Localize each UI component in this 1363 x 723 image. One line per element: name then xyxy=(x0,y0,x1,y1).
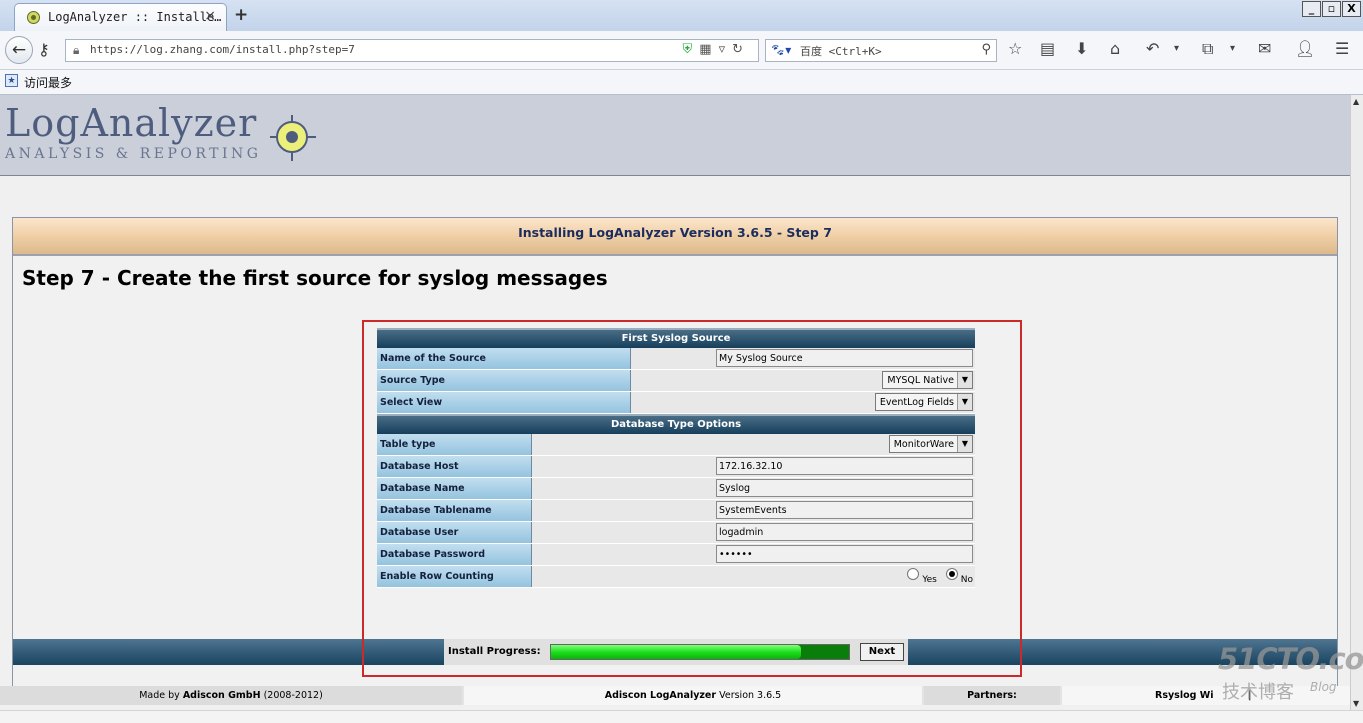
search-engine-name: 百度 xyxy=(800,45,822,58)
crop-icon[interactable]: ⧉ xyxy=(1202,39,1213,59)
footer-partners: Rsyslog | Wi xyxy=(1062,686,1350,705)
minimize-button[interactable]: _ xyxy=(1302,1,1321,17)
scroll-down-icon[interactable]: ▼ xyxy=(1353,699,1359,708)
menu-icon[interactable]: ☰ xyxy=(1335,39,1349,58)
search-bar[interactable]: 🐾︎▾ 百度 <Ctrl+K> ⚲ xyxy=(765,39,997,62)
crosshair-logo-icon xyxy=(276,121,308,153)
address-bar[interactable]: 🔒︎ https://log.zhang.com/install.php?ste… xyxy=(65,39,759,62)
logo-subtitle: ANALYSIS & REPORTING xyxy=(5,146,262,162)
crop-dropdown-icon[interactable]: ▾ xyxy=(1230,43,1235,54)
bookmark-folder-icon: ★ xyxy=(5,74,18,87)
watermark: 51CTO.com 技术博客 Blog xyxy=(1218,642,1363,703)
shield-icon[interactable]: ⛨ xyxy=(683,42,700,57)
qr-code-icon[interactable]: ▦ xyxy=(699,42,718,57)
close-window-button[interactable]: X xyxy=(1342,1,1361,17)
browser-tab[interactable]: LogAnalyzer :: Installe… × xyxy=(14,3,227,32)
bookmark-star-icon[interactable]: ☆ xyxy=(1008,39,1022,58)
watermark-line3: Blog xyxy=(1310,680,1337,694)
home-icon[interactable]: ⌂ xyxy=(1110,39,1120,58)
footer-company-link[interactable]: Adiscon GmbH xyxy=(183,690,261,701)
page-header: LogAnalyzer ANALYSIS & REPORTING xyxy=(0,95,1350,176)
search-icon[interactable]: ⚲ xyxy=(981,42,991,57)
restore-button[interactable]: ▫ xyxy=(1322,1,1341,17)
footer-partners-label: Partners: xyxy=(924,686,1060,705)
tab-close-icon[interactable]: × xyxy=(204,8,216,24)
watermark-line2: 技术博客 xyxy=(1222,682,1294,703)
page-viewport: LogAnalyzer ANALYSIS & REPORTING Install… xyxy=(0,95,1350,710)
horizontal-scrollbar[interactable] xyxy=(0,710,1363,723)
undo-dropdown-icon[interactable]: ▾ xyxy=(1174,43,1179,54)
install-banner-text: Installing LogAnalyzer Version 3.6.5 - S… xyxy=(518,225,832,240)
scroll-up-icon[interactable]: ▲ xyxy=(1353,97,1359,106)
tab-strip: LogAnalyzer :: Installe… × + _ ▫ X xyxy=(0,0,1363,32)
bookmarks-toolbar: ★ 访问最多 xyxy=(0,70,1363,95)
navigation-toolbar: ← ⚷ 🔒︎ https://log.zhang.com/install.php… xyxy=(0,31,1363,70)
highlight-annotation-box xyxy=(362,320,1022,677)
watermark-line1: 51CTO.com xyxy=(1218,642,1363,676)
install-banner: Installing LogAnalyzer Version 3.6.5 - S… xyxy=(13,218,1337,256)
bookmark-most-visited[interactable]: 访问最多 xyxy=(24,74,72,91)
undo-icon[interactable]: ↶ xyxy=(1146,39,1159,58)
window-controls: _ ▫ X xyxy=(1302,1,1361,17)
search-engine-paw-icon[interactable]: 🐾︎▾ xyxy=(770,43,791,57)
step-title: Step 7 - Create the first source for sys… xyxy=(22,266,608,290)
footer-product: Adiscon LogAnalyzer Version 3.6.5 xyxy=(464,686,922,705)
download-icon[interactable]: ⬇ xyxy=(1075,39,1088,58)
reading-list-icon[interactable]: ▤ xyxy=(1040,39,1055,58)
reload-icon[interactable]: ↻ xyxy=(732,42,750,57)
search-placeholder: <Ctrl+K> xyxy=(828,45,882,58)
loganalyzer-favicon-icon xyxy=(27,11,40,24)
chat-icon[interactable]: ✉ xyxy=(1258,39,1271,58)
dropdown-arrow-icon[interactable]: ▿ xyxy=(719,42,733,57)
user-icon[interactable]: 👤︎ xyxy=(1295,39,1315,58)
tab-title: LogAnalyzer :: Installe… xyxy=(48,10,222,24)
url-text[interactable]: https://log.zhang.com/install.php?step=7 xyxy=(90,43,355,56)
lock-icon: 🔒︎ xyxy=(73,43,80,57)
partner-wi-link[interactable]: Wi xyxy=(1200,690,1214,701)
new-tab-icon[interactable]: + xyxy=(234,5,248,25)
footer-made-by: Made by Adiscon GmbH (2008-2012) xyxy=(0,686,462,705)
back-arrow-icon[interactable]: ← xyxy=(5,36,33,64)
partner-rsyslog-link[interactable]: Rsyslog xyxy=(1155,690,1196,701)
key-icon[interactable]: ⚷ xyxy=(38,40,50,59)
logo-title[interactable]: LogAnalyzer xyxy=(5,101,257,145)
footer-product-link[interactable]: Adiscon LogAnalyzer xyxy=(605,690,716,701)
vertical-scrollbar[interactable]: ▲ ▼ xyxy=(1350,95,1363,710)
page-footer: Made by Adiscon GmbH (2008-2012) Adiscon… xyxy=(0,686,1350,705)
